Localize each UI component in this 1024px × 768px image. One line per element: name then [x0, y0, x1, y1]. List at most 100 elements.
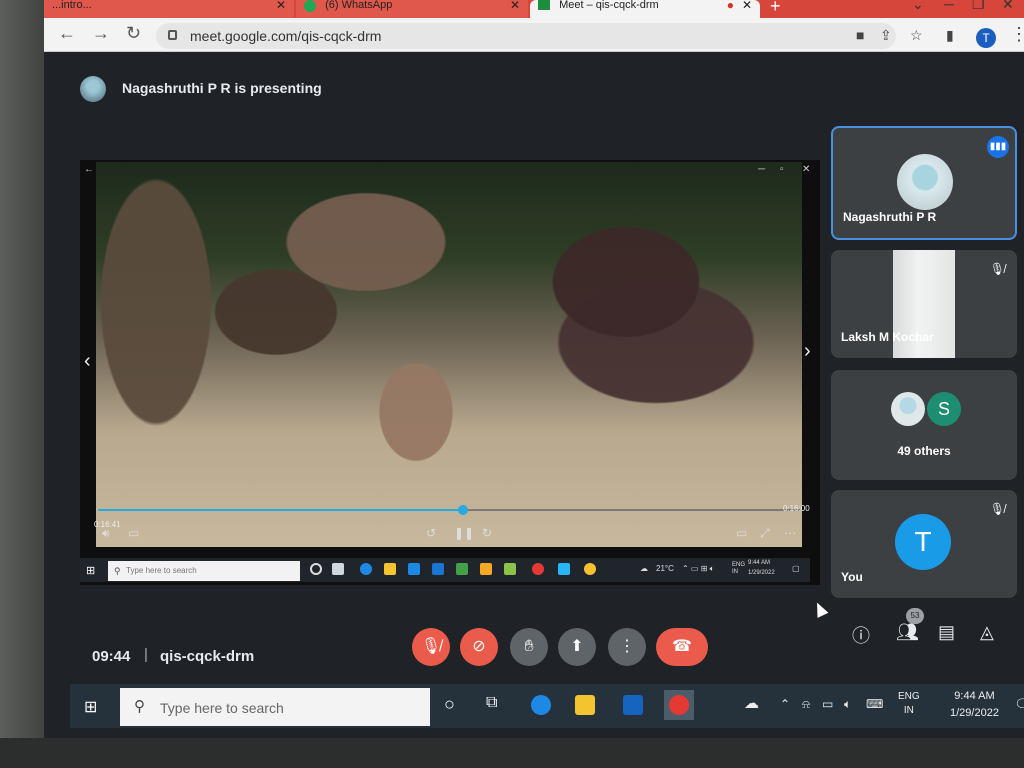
- present-button[interactable]: ⬆: [558, 628, 596, 666]
- taskbar-clock[interactable]: 9:44 AM 1/29/2022: [950, 688, 999, 722]
- fullscreen-icon: ⤢: [760, 526, 770, 540]
- more-icon: ⋯: [784, 526, 796, 540]
- weather-temp: 21°C: [656, 564, 674, 573]
- tab-strip: ...intro... ✕ (6) WhatsApp ✕ Meet – qis-…: [44, 0, 1024, 18]
- volume-icon: 🔊︎: [102, 526, 110, 540]
- side-panel-icon[interactable]: ▮: [946, 27, 954, 44]
- mic-off-icon: 🎙︎̸: [989, 262, 1005, 276]
- network-icon[interactable]: ▭: [822, 697, 833, 711]
- windows-start-icon[interactable]: ⊞: [84, 697, 97, 717]
- taskbar-search[interactable]: ⚲ Type here to search: [120, 688, 430, 726]
- chevron-up-icon[interactable]: ⌃: [780, 697, 790, 711]
- vlc-icon: [480, 563, 492, 575]
- presenter-clock-time: 9:44 AM: [748, 560, 771, 566]
- tile-laksh[interactable]: 🎙︎̸ Laksh M Kochar: [831, 250, 1017, 358]
- whatsapp-icon: [304, 0, 316, 12]
- tab-1[interactable]: ...intro... ✕: [44, 0, 294, 18]
- chat-icon[interactable]: ▤: [938, 622, 955, 643]
- avatar: [891, 392, 925, 426]
- windows-taskbar: ⊞ ⚲ Type here to search ○ ⧉ ☁ ⌃ ⍾ ▭ 🔈︎ ⌨…: [70, 684, 1024, 728]
- minimize-icon[interactable]: ─: [944, 0, 954, 12]
- store-icon: [408, 563, 420, 575]
- separator: |: [144, 646, 148, 663]
- close-icon[interactable]: ✕: [276, 0, 286, 11]
- weather-icon: ☁: [640, 564, 648, 573]
- weather-icon[interactable]: ☁: [744, 694, 759, 712]
- notification-icon[interactable]: 🗨︎: [1014, 696, 1024, 713]
- camera-toggle-button[interactable]: ⊘: [460, 628, 498, 666]
- store-app[interactable]: [618, 690, 648, 720]
- address-bar[interactable]: meet.google.com/qis-cqck-drm: [156, 23, 896, 49]
- mic-off-icon: 🎙︎̸: [420, 638, 442, 655]
- meeting-info-icon[interactable]: ⓘ: [852, 622, 870, 648]
- input-language[interactable]: ENG IN: [898, 690, 920, 718]
- tile-name: Laksh M Kochar: [841, 330, 934, 344]
- more-options-button[interactable]: ⋮: [608, 628, 646, 666]
- edge-icon: [360, 563, 372, 575]
- tab-1-label: ...intro...: [52, 0, 92, 11]
- people-icon[interactable]: 👥︎: [896, 622, 919, 643]
- edge-app[interactable]: [526, 690, 556, 720]
- file-explorer-app[interactable]: [570, 690, 600, 720]
- reload-icon[interactable]: ↻: [126, 23, 141, 44]
- presenter-taskbar: ⊞ ⚲ Type here to search ☁ 21°C ⌃ ▭ ⊞ 🔈︎ …: [80, 558, 810, 582]
- tile-nagashruthi[interactable]: ▮▮▮ Nagashruthi P R: [831, 126, 1017, 240]
- camera-icon[interactable]: ■: [856, 27, 864, 43]
- windows-icon: ⊞: [86, 565, 96, 577]
- chevron-down-icon[interactable]: ⌄: [912, 0, 924, 13]
- meet-icon: [538, 0, 550, 10]
- mic-off-icon: 🎙︎̸: [989, 502, 1005, 516]
- presenter-lang: ENG IN: [732, 562, 746, 575]
- new-tab-icon[interactable]: +: [770, 0, 781, 17]
- chrome-icon: [584, 563, 596, 575]
- screen: ...intro... ✕ (6) WhatsApp ✕ Meet – qis-…: [44, 0, 1024, 740]
- back-icon[interactable]: ←: [58, 23, 76, 44]
- leave-call-button[interactable]: ☎︎: [656, 628, 708, 666]
- folder-icon: [384, 563, 396, 575]
- volume-icon[interactable]: 🔈︎: [844, 697, 851, 712]
- menu-icon[interactable]: ⋮: [1010, 24, 1024, 45]
- store-icon: [623, 695, 643, 715]
- keyboard-icon[interactable]: ⌨: [866, 697, 883, 711]
- video-time-total: 0:16:00: [783, 504, 810, 513]
- tab-whatsapp[interactable]: (6) WhatsApp ✕: [296, 0, 528, 18]
- task-view-icon[interactable]: ⧉: [486, 694, 497, 712]
- clock-date: 1/29/2022: [950, 707, 999, 719]
- video-progress-fill: [98, 509, 464, 511]
- presenter-search-placeholder: Type here to search: [126, 566, 197, 575]
- meeting-code: qis-cqck-drm: [160, 648, 255, 665]
- chrome-icon: [669, 695, 689, 715]
- chrome-icon: [532, 563, 544, 575]
- back-arrow-icon: ←: [84, 164, 94, 175]
- raise-hand-button[interactable]: ✋︎: [510, 628, 548, 666]
- browser-toolbar: ← → ↻ meet.google.com/qis-cqck-drm ■ ⇪ ☆…: [44, 18, 1024, 52]
- previous-icon: ‹: [84, 350, 91, 372]
- cortana-icon[interactable]: ○: [444, 694, 455, 715]
- speaking-indicator-icon: ▮▮▮: [987, 136, 1009, 158]
- close-window-icon[interactable]: ✕: [1002, 0, 1014, 13]
- chrome-app[interactable]: [664, 690, 694, 720]
- tile-you[interactable]: 🎙︎̸ T You: [831, 490, 1017, 598]
- video-progress-knob: [458, 505, 469, 515]
- close-icon[interactable]: ✕: [742, 0, 752, 11]
- camera-off-icon: ⊘: [472, 638, 486, 655]
- forward-icon[interactable]: →: [92, 23, 110, 44]
- profile-avatar[interactable]: T: [976, 28, 996, 48]
- next-icon: ›: [804, 340, 811, 362]
- avatar: S: [927, 392, 961, 426]
- restore-icon[interactable]: ❐: [972, 0, 985, 13]
- minimize-icon: ─: [758, 164, 766, 175]
- rewind-icon: ↺: [426, 526, 437, 540]
- people-icon[interactable]: ⍾: [802, 697, 810, 712]
- bookmark-star-icon[interactable]: ☆: [910, 27, 923, 44]
- close-icon[interactable]: ✕: [510, 0, 520, 11]
- tile-others[interactable]: S 49 others: [831, 370, 1017, 480]
- search-icon: ⚲: [134, 698, 145, 715]
- activities-icon[interactable]: ◬: [980, 622, 994, 643]
- share-icon[interactable]: ⇪: [880, 27, 892, 44]
- tab-meet[interactable]: Meet – qis-cqck-drm ● ✕: [530, 0, 760, 18]
- present-screen-icon: ⬆: [570, 638, 584, 655]
- mouse-cursor: [811, 600, 829, 618]
- app-icon: [456, 563, 468, 575]
- mic-toggle-button[interactable]: 🎙︎̸: [412, 628, 450, 666]
